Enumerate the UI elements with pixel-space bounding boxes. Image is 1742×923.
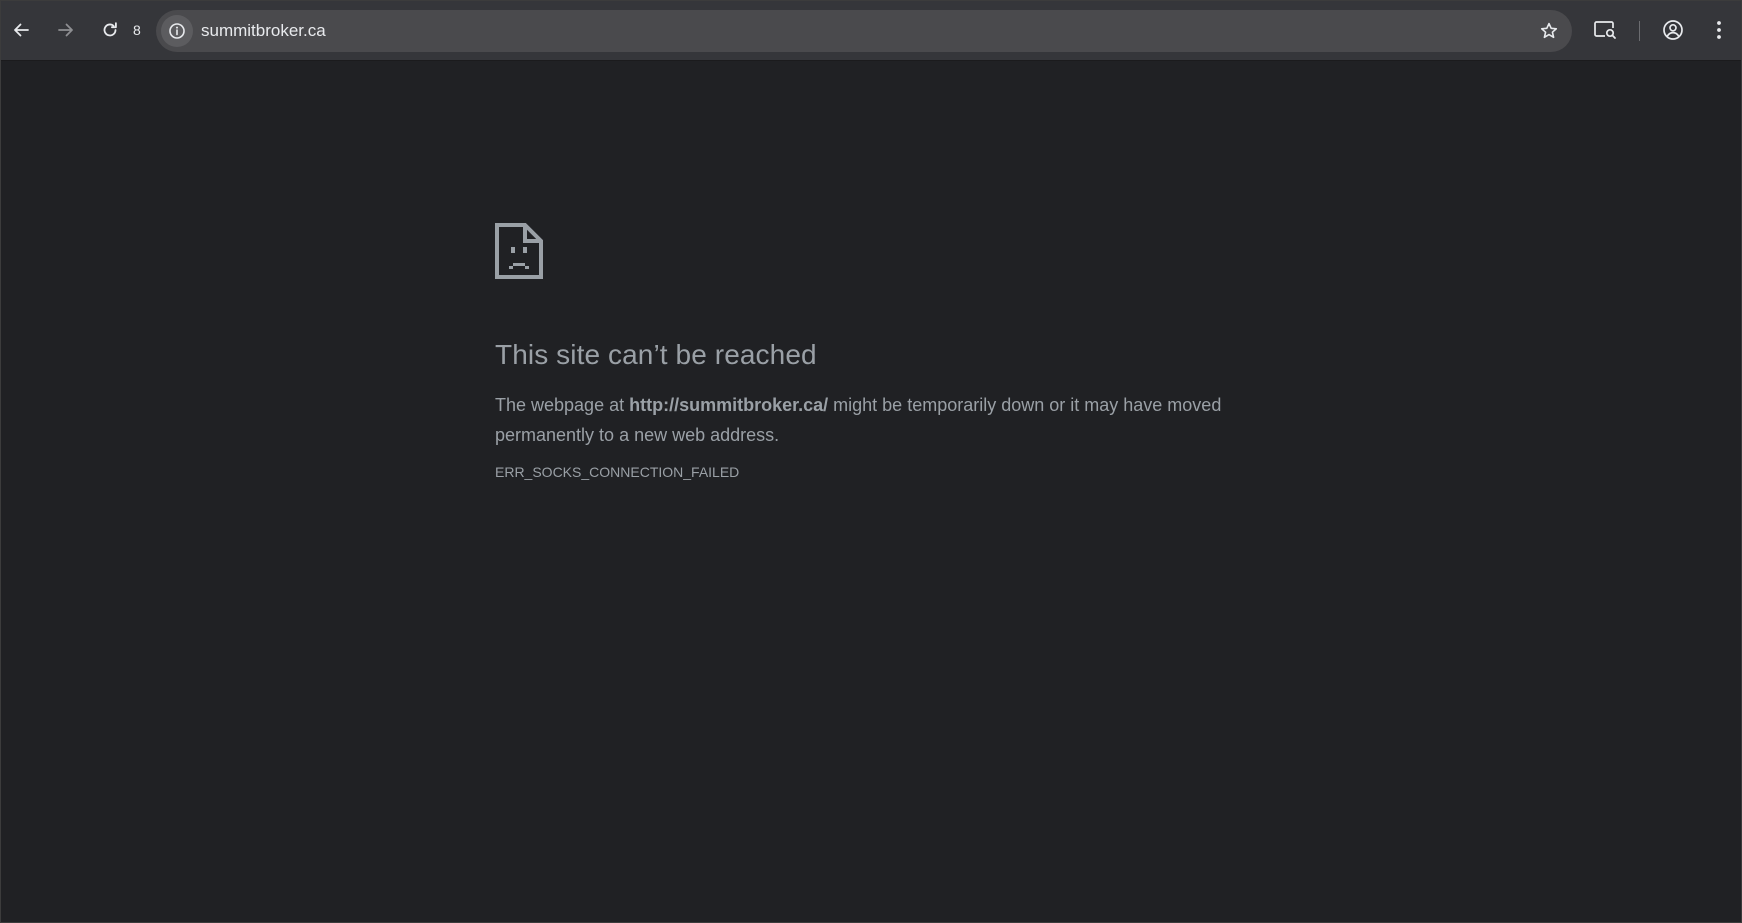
url-text[interactable]: summitbroker.ca <box>201 21 326 41</box>
arrow-right-icon <box>58 23 73 37</box>
error-title: This site can’t be reached <box>495 339 817 370</box>
three-dots-vertical-icon <box>1717 21 1721 39</box>
error-page: This site can’t be reached The webpage a… <box>495 223 1235 481</box>
profile-button[interactable] <box>1656 13 1690 47</box>
forward-button[interactable] <box>49 13 83 47</box>
site-info-button[interactable] <box>161 15 193 47</box>
reload-count-badge: 8 <box>133 22 141 38</box>
browser-toolbar: 8 summitbroker.ca <box>1 1 1741 61</box>
toolbar-divider <box>1639 21 1640 41</box>
error-url: http://summitbroker.ca/ <box>629 395 829 415</box>
sad-file-icon <box>495 223 543 279</box>
error-description-prefix: The webpage at <box>495 395 630 415</box>
star-outline-icon <box>1540 22 1558 39</box>
address-bar[interactable]: summitbroker.ca <box>156 10 1572 52</box>
account-circle-icon <box>1663 20 1683 40</box>
browser-window: 8 summitbroker.ca This site can’t be rea… <box>0 0 1742 923</box>
reload-button[interactable] <box>93 13 127 47</box>
back-button[interactable] <box>4 13 38 47</box>
bookmark-button[interactable] <box>1532 14 1566 48</box>
info-circle-icon <box>169 23 185 39</box>
arrow-left-icon <box>14 23 29 37</box>
error-description: The webpage at http://summitbroker.ca/ m… <box>495 390 1235 450</box>
error-code: ERR_SOCKS_CONNECTION_FAILED <box>495 464 740 480</box>
search-page-button[interactable] <box>1588 13 1622 47</box>
menu-button[interactable] <box>1702 13 1736 47</box>
search-page-icon <box>1594 21 1616 39</box>
reload-icon <box>103 22 117 37</box>
